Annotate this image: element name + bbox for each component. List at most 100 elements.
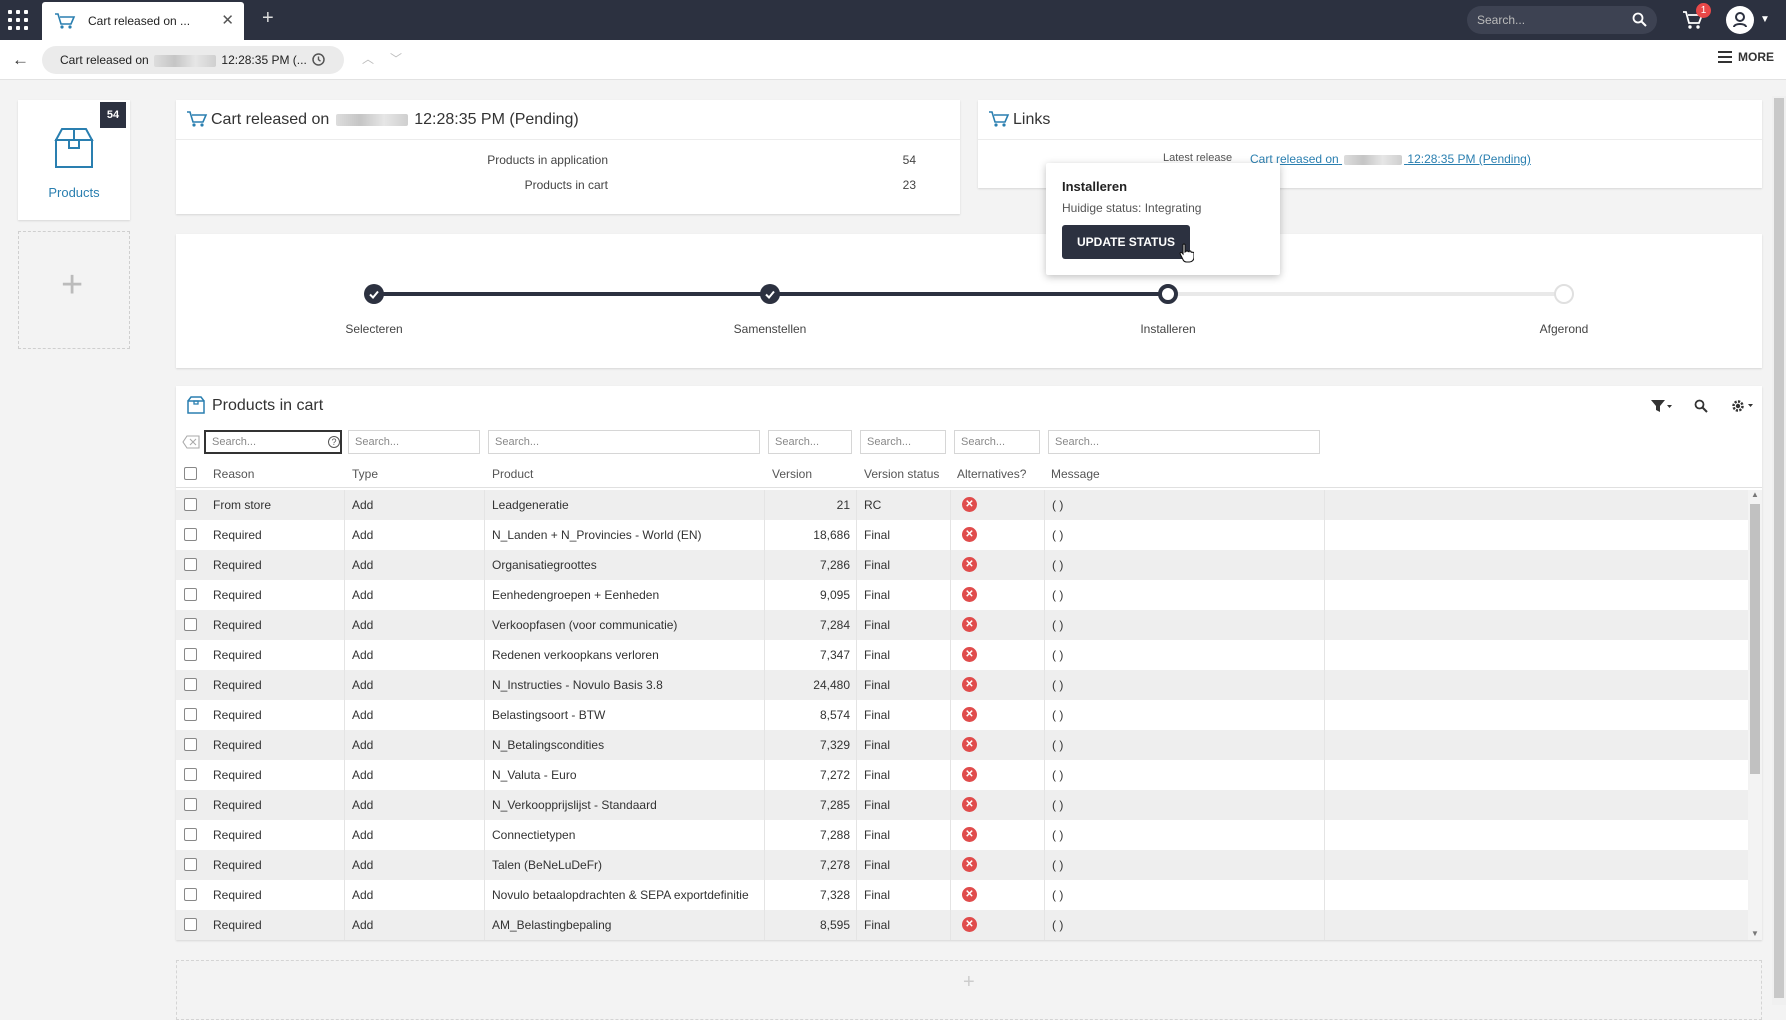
step-dot-samenstellen[interactable] [760,284,780,304]
filter-icon[interactable] [1650,399,1672,413]
more-menu-button[interactable]: MORE [1718,50,1774,64]
filter-version-status-input[interactable] [860,430,946,454]
cell-message: ( ) [1052,768,1064,782]
row-checkbox[interactable] [184,738,197,751]
cell-product: N_Valuta - Euro [492,768,577,782]
table-row[interactable]: Required Add N_Betalingscondities 7,329 … [176,730,1748,760]
row-checkbox[interactable] [184,498,197,511]
column-divider [764,820,765,850]
cell-reason: Required [213,798,262,812]
scroll-thumb[interactable] [1750,504,1760,774]
column-header-version[interactable]: Version [772,467,812,481]
row-checkbox[interactable] [184,798,197,811]
filter-reason-input[interactable] [204,430,342,454]
filter-product-input[interactable] [488,430,760,454]
back-arrow-icon[interactable]: ← [12,50,29,70]
gear-icon[interactable] [1730,398,1754,414]
add-tile-button[interactable]: + [18,231,130,349]
add-block-button[interactable]: + [176,960,1762,1020]
chevron-up-icon[interactable]: ︿ [362,50,374,67]
scroll-down-icon[interactable]: ▼ [1751,929,1759,938]
table-row[interactable]: Required Add N_Instructies - Novulo Basi… [176,670,1748,700]
cell-type: Add [352,648,374,662]
chevron-down-icon[interactable]: ﹀ [390,50,402,67]
row-checkbox[interactable] [184,528,197,541]
column-header-version-status[interactable]: Version status [864,467,939,481]
tab-cart-release[interactable]: Cart released on ... ✕ [42,2,244,40]
history-icon[interactable] [311,52,326,72]
cell-reason: Required [213,558,262,572]
scroll-up-icon[interactable]: ▲ [1751,490,1759,499]
filter-type-input[interactable] [348,430,480,454]
cell-type: Add [352,828,374,842]
chevron-down-icon[interactable]: ▼ [1760,14,1770,25]
cell-message: ( ) [1052,558,1064,572]
cart-button[interactable]: 1 [1682,3,1711,35]
table-row[interactable]: Required Add Connectietypen 7,288 Final … [176,820,1748,850]
table-row[interactable]: Required Add N_Verkoopprijslijst - Stand… [176,790,1748,820]
table-row[interactable]: Required Add Verkoopfasen (voor communic… [176,610,1748,640]
table-scrollbar[interactable]: ▲ ▼ [1748,490,1762,940]
page-scrollbar[interactable] [1772,96,1786,1005]
search-icon[interactable] [1694,399,1708,413]
table-row[interactable]: Required Add Belastingsoort - BTW 8,574 … [176,700,1748,730]
column-divider [1044,850,1045,880]
step-dot-installeren[interactable] [1158,284,1178,304]
column-divider [764,550,765,580]
update-status-button[interactable]: UPDATE STATUS [1062,225,1190,259]
filter-version-input[interactable] [768,430,852,454]
close-icon[interactable]: ✕ [221,11,234,29]
breadcrumb[interactable]: Cart released on 12:28:35 PM (... [42,46,344,74]
avatar[interactable] [1726,6,1754,34]
apps-grid-icon[interactable] [8,10,28,30]
row-checkbox[interactable] [184,708,197,721]
products-tile[interactable]: 54 Products [18,100,130,220]
select-all-checkbox[interactable] [184,467,197,480]
column-header-reason[interactable]: Reason [213,467,254,481]
column-header-alternatives[interactable]: Alternatives? [957,467,1026,481]
column-divider [344,490,345,520]
latest-release-link[interactable]: Cart released on 12:28:35 PM (Pending) [1250,152,1531,166]
column-divider [1044,880,1045,910]
search-icon[interactable] [1632,12,1647,32]
table-row[interactable]: Required Add Talen (BeNeLuDeFr) 7,278 Fi… [176,850,1748,880]
cart-icon [186,110,208,133]
row-checkbox[interactable] [184,588,197,601]
column-header-product[interactable]: Product [492,467,533,481]
table-row[interactable]: From store Add Leadgeneratie 21 RC ✕ ( ) [176,490,1748,520]
column-header-message[interactable]: Message [1051,467,1100,481]
global-search-input[interactable] [1477,12,1627,28]
column-divider [1324,700,1325,730]
page-scroll-thumb[interactable] [1774,98,1784,998]
cell-version-status: Final [864,708,891,722]
table-row[interactable]: Required Add N_Valuta - Euro 7,272 Final… [176,760,1748,790]
column-header-type[interactable]: Type [352,467,378,481]
clear-filter-icon[interactable] [182,435,200,454]
add-tab-icon[interactable]: + [262,7,274,30]
table-row[interactable]: Required Add Eenhedengroepen + Eenheden … [176,580,1748,610]
step-dot-selecteren[interactable] [364,284,384,304]
row-checkbox[interactable] [184,678,197,691]
table-row[interactable]: Required Add Redenen verkoopkans verlore… [176,640,1748,670]
row-checkbox[interactable] [184,618,197,631]
help-icon[interactable]: ? [328,436,340,448]
row-checkbox[interactable] [184,828,197,841]
table-row[interactable]: Required Add Novulo betaalopdrachten & S… [176,880,1748,910]
cell-reason: Required [213,618,262,632]
row-checkbox[interactable] [184,858,197,871]
filter-message-input[interactable] [1048,430,1320,454]
table-row[interactable]: Required Add Organisatiegroottes 7,286 F… [176,550,1748,580]
row-checkbox[interactable] [184,648,197,661]
table-row[interactable]: Required Add AM_Belastingbepaling 8,595 … [176,910,1748,940]
table-row[interactable]: Required Add N_Landen + N_Provincies - W… [176,520,1748,550]
column-divider [856,580,857,610]
row-checkbox[interactable] [184,918,197,931]
cell-version-status: RC [864,498,882,512]
cell-reason: Required [213,648,262,662]
row-checkbox[interactable] [184,768,197,781]
no-alternatives-icon: ✕ [962,587,977,602]
step-dot-afgerond[interactable] [1554,284,1574,304]
row-checkbox[interactable] [184,888,197,901]
row-checkbox[interactable] [184,558,197,571]
filter-alternatives-input[interactable] [954,430,1040,454]
